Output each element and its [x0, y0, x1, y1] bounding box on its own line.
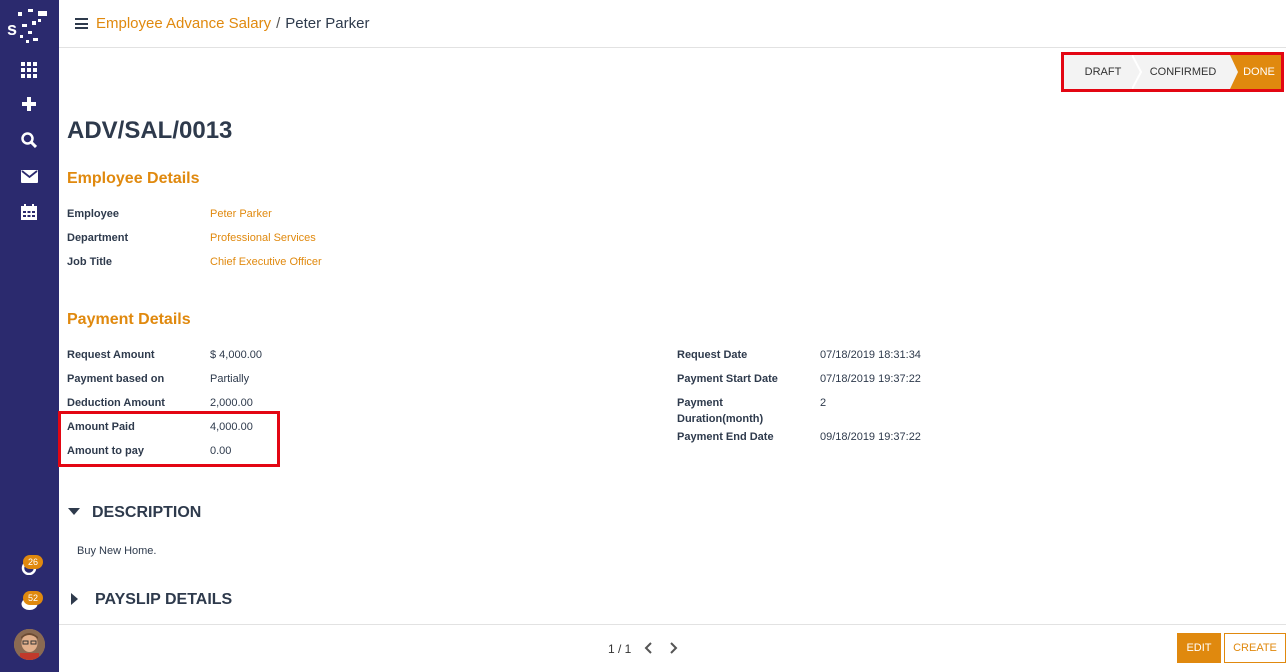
plus-icon[interactable] [17, 92, 41, 116]
request-amount-label: Request Amount [67, 349, 155, 361]
pager-value[interactable]: 1 / 1 [608, 642, 631, 656]
breadcrumb-current: Peter Parker [285, 15, 370, 32]
amount-to-pay-label: Amount to pay [67, 445, 144, 457]
department-value[interactable]: Professional Services [210, 230, 316, 246]
amount-paid-value: 4,000.00 [210, 421, 253, 433]
payment-duration-value: 2 [820, 397, 827, 409]
payment-duration-label: Payment Duration(month) [677, 397, 764, 425]
status-bar: DRAFT CONFIRMED DONE [1064, 55, 1284, 89]
app-logo[interactable]: s [6, 6, 52, 46]
payment-start-date-value: 07/18/2019 19:37:22 [820, 373, 921, 385]
employee-value[interactable]: Peter Parker [210, 206, 272, 222]
edit-button[interactable]: EDIT [1177, 633, 1221, 663]
payment-end-date-value: 09/18/2019 19:37:22 [820, 431, 921, 443]
create-button[interactable]: CREATE [1224, 633, 1286, 663]
stage-confirmed[interactable]: CONFIRMED [1138, 55, 1228, 89]
search-icon[interactable] [17, 128, 41, 152]
record-title: ADV/SAL/0013 [67, 117, 233, 144]
payslip-heading: PAYSLIP DETAILS [95, 591, 233, 608]
description-text: Buy New Home. [77, 545, 157, 557]
payment-based-on-value: Partially [210, 373, 250, 385]
employee-label: Employee [67, 208, 119, 220]
breadcrumb-separator: / [276, 15, 281, 32]
request-date-label: Request Date [677, 349, 748, 361]
avatar[interactable] [14, 629, 45, 660]
caret-down-icon [68, 508, 80, 515]
breadcrumb-parent-link[interactable]: Employee Advance Salary [96, 15, 271, 32]
amount-paid-label: Amount Paid [67, 421, 135, 433]
employee-details-heading: Employee Details [67, 170, 200, 187]
menu-icon[interactable] [75, 18, 88, 29]
deduction-amount-value: 2,000.00 [210, 397, 253, 409]
stage-done[interactable]: DONE [1230, 55, 1284, 89]
calendar-icon[interactable] [17, 200, 41, 224]
mail-icon[interactable] [17, 164, 41, 188]
job-title-label: Job Title [67, 256, 113, 268]
apps-icon[interactable] [17, 58, 41, 82]
breadcrumb: Employee Advance Salary / Peter Parker [96, 15, 369, 32]
job-title-value[interactable]: Chief Executive Officer [210, 254, 322, 270]
deduction-amount-label: Deduction Amount [67, 397, 165, 409]
payment-start-date-label: Payment Start Date [677, 373, 778, 385]
payslip-toggle[interactable]: PAYSLIP DETAILS [67, 591, 232, 609]
payment-details-heading: Payment Details [67, 311, 191, 328]
stage-draft[interactable]: DRAFT [1074, 55, 1132, 89]
sidebar: s 26 52 [0, 0, 59, 672]
footer-bar: 1 / 1 EDIT CREATE [59, 624, 1286, 672]
chevron-right-icon[interactable] [665, 640, 681, 656]
payment-end-date-label: Payment End Date [677, 431, 774, 443]
messages-badge: 52 [23, 591, 43, 605]
payment-based-on-label: Payment based on [67, 373, 165, 385]
amount-to-pay-value: 0.00 [210, 445, 232, 457]
activity-badge: 26 [23, 555, 43, 569]
request-date-value: 07/18/2019 18:31:34 [820, 349, 921, 361]
description-toggle[interactable]: DESCRIPTION [67, 504, 201, 522]
request-amount-value: $ 4,000.00 [210, 349, 262, 361]
caret-right-icon [71, 593, 78, 605]
department-label: Department [67, 232, 129, 244]
svg-text:s: s [7, 19, 17, 39]
top-bar: Employee Advance Salary / Peter Parker [59, 0, 1286, 48]
chevron-left-icon[interactable] [641, 640, 657, 656]
description-heading: DESCRIPTION [92, 504, 202, 521]
